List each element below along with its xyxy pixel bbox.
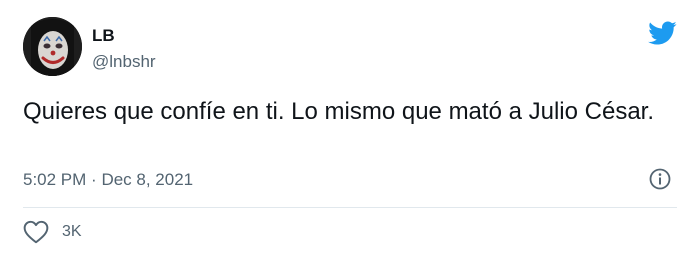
divider [23,207,677,208]
tweet-date: Dec 8, 2021 [101,170,194,189]
tweet-time: 5:02 PM [23,170,87,189]
user-handle[interactable]: @lnbshr [92,52,156,72]
avatar[interactable] [23,17,82,76]
heart-icon [23,220,49,244]
twitter-bird-icon [645,18,679,48]
tweet-timestamp[interactable]: 5:02 PM · Dec 8, 2021 [23,169,193,191]
like-button[interactable]: 3K [23,219,82,245]
like-count: 3K [62,223,82,240]
avatar-image [23,17,82,76]
info-icon[interactable] [648,167,672,191]
display-name[interactable]: LB [92,26,115,46]
tweet-card: LB @lnbshr Quieres que confíe en ti. Lo … [0,0,700,257]
tweet-text: Quieres que confíe en ti. Lo mismo que m… [23,98,654,125]
meta-separator: · [91,170,97,189]
